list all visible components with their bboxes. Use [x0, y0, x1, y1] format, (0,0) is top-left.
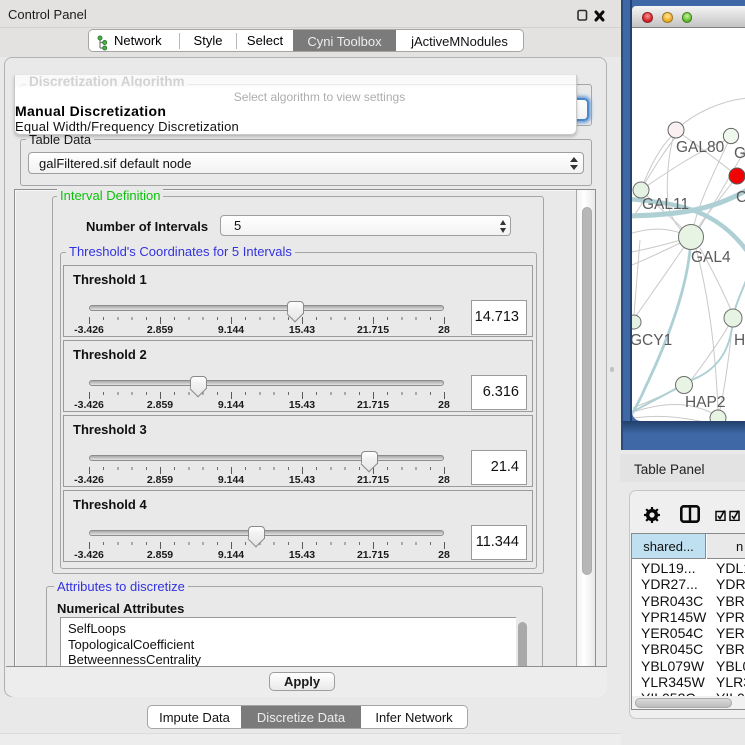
svg-text:GAL11: GAL11	[642, 196, 689, 213]
svg-text:H: H	[734, 332, 745, 349]
svg-text:GAL4: GAL4	[691, 249, 731, 266]
svg-text:HAP2: HAP2	[685, 394, 726, 411]
svg-text:C: C	[736, 189, 745, 206]
svg-text:G.: G.	[734, 145, 745, 162]
svg-text:GAL80: GAL80	[676, 139, 725, 156]
svg-text:GCY1: GCY1	[632, 332, 672, 349]
